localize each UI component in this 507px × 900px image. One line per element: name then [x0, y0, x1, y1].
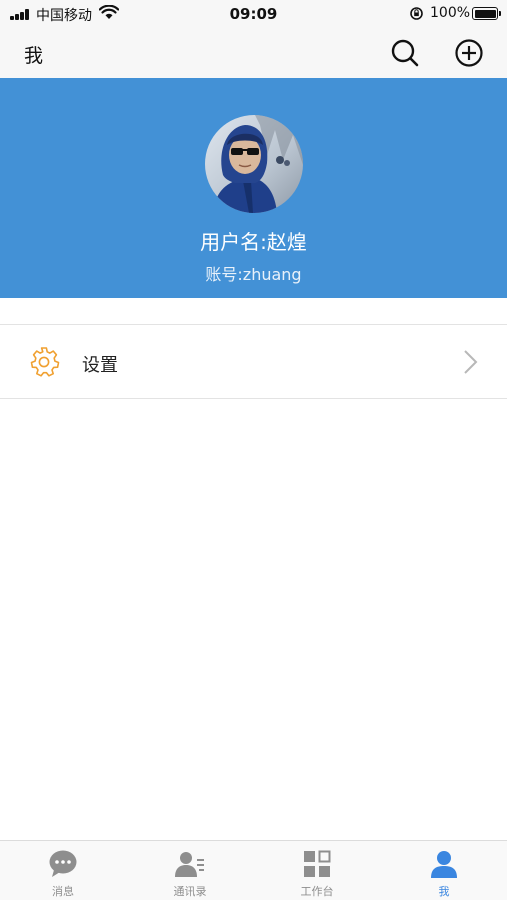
person-icon — [431, 851, 457, 878]
settings-label: 设置 — [82, 355, 118, 376]
add-icon[interactable] — [454, 38, 484, 68]
tab-label: 我 — [438, 885, 450, 898]
page-title: 我 — [24, 45, 44, 67]
section-gap — [0, 298, 507, 324]
tab-contacts[interactable]: 通讯录 — [127, 841, 253, 900]
account-label: 账号:zhuang — [205, 265, 302, 284]
settings-row[interactable]: 设置 — [0, 324, 507, 399]
workbench-grid-icon — [304, 850, 331, 877]
nav-bar: 我 — [0, 28, 507, 78]
tab-bar: 消息 通讯录 工作台 我 — [0, 840, 507, 900]
battery-percent: 100% — [430, 5, 471, 21]
tab-workbench[interactable]: 工作台 — [254, 841, 380, 900]
status-bar: 中国移动 09:09 100% — [0, 0, 507, 28]
battery-icon — [472, 7, 501, 20]
profile-header: 用户名:赵煌 账号:zhuang — [0, 78, 507, 298]
username-label: 用户名:赵煌 — [200, 230, 307, 254]
tab-me[interactable]: 我 — [381, 841, 507, 900]
tab-label: 通讯录 — [173, 885, 207, 898]
avatar[interactable] — [205, 115, 303, 213]
rotation-lock-icon — [410, 7, 423, 20]
chevron-right-icon — [464, 350, 478, 374]
chat-bubble-icon — [49, 850, 77, 877]
tab-messages[interactable]: 消息 — [0, 841, 126, 900]
tab-label: 工作台 — [300, 885, 334, 898]
contacts-icon — [175, 852, 204, 877]
gear-icon — [30, 347, 60, 377]
tab-label: 消息 — [52, 885, 74, 898]
search-icon[interactable] — [390, 38, 420, 68]
